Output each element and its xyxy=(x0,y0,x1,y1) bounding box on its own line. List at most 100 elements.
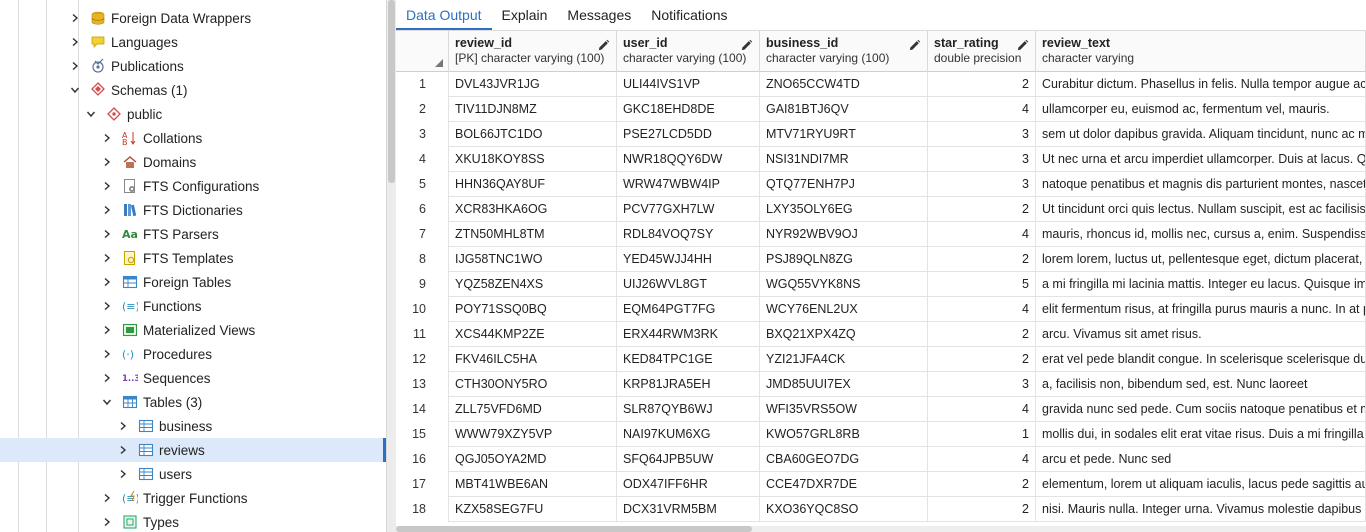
review-text-cell[interactable]: natoque penatibus et magnis dis parturie… xyxy=(1036,172,1366,197)
user-id-cell[interactable]: YED45WJJ4HH xyxy=(617,247,760,272)
review-id-cell[interactable]: DVL43JVR1JG xyxy=(449,72,617,97)
business-id-cell[interactable]: WFI35VRS5OW xyxy=(760,397,928,422)
row-number-cell[interactable]: 15 xyxy=(396,422,449,447)
review-text-cell[interactable]: lorem lorem, luctus ut, pellentesque ege… xyxy=(1036,247,1366,272)
row-number-cell[interactable]: 8 xyxy=(396,247,449,272)
tree-scrollbar-thumb[interactable] xyxy=(388,0,395,183)
star-rating-cell[interactable]: 2 xyxy=(928,472,1036,497)
review-text-cell[interactable]: nisi. Mauris nulla. Integer urna. Vivamu… xyxy=(1036,497,1366,522)
row-number-cell[interactable]: 9 xyxy=(396,272,449,297)
review-id-cell[interactable]: BOL66JTC1DO xyxy=(449,122,617,147)
review-id-cell[interactable]: IJG58TNC1WO xyxy=(449,247,617,272)
edit-pencil-icon[interactable] xyxy=(597,39,610,52)
user-id-cell[interactable]: ERX44RWM3RK xyxy=(617,322,760,347)
edit-pencil-icon[interactable] xyxy=(1016,39,1029,52)
row-number-cell[interactable]: 5 xyxy=(396,172,449,197)
review-id-cell[interactable]: CTH30ONY5RO xyxy=(449,372,617,397)
business-id-cell[interactable]: YZI21JFA4CK xyxy=(760,347,928,372)
tree-item-domains[interactable]: Domains xyxy=(0,150,386,174)
tree-item-languages[interactable]: Languages xyxy=(0,30,386,54)
object-browser-tree[interactable]: Foreign Data Wrappers Languages Publicatio… xyxy=(0,0,386,532)
chevron-right-icon[interactable] xyxy=(101,324,113,336)
star-rating-cell[interactable]: 2 xyxy=(928,72,1036,97)
user-id-cell[interactable]: RDL84VOQ7SY xyxy=(617,222,760,247)
review-id-cell[interactable]: YQZ58ZEN4XS xyxy=(449,272,617,297)
chevron-right-icon[interactable] xyxy=(101,516,113,528)
star-rating-cell[interactable]: 5 xyxy=(928,272,1036,297)
business-id-cell[interactable]: KXO36YQC8SO xyxy=(760,497,928,522)
table-row[interactable]: 15 WWW79XZY5VP NAI97KUM6XG KWO57GRL8RB 1 moll… xyxy=(396,422,1366,447)
user-id-cell[interactable]: EQM64PGT7FG xyxy=(617,297,760,322)
business-id-cell[interactable]: GAI81BTJ6QV xyxy=(760,97,928,122)
chevron-right-icon[interactable] xyxy=(69,60,81,72)
row-number-cell[interactable]: 13 xyxy=(396,372,449,397)
chevron-right-icon[interactable] xyxy=(101,276,113,288)
edit-pencil-icon[interactable] xyxy=(740,39,753,52)
column-header-review-text[interactable]: review_text character varying xyxy=(1036,31,1366,72)
review-text-cell[interactable]: arcu. Vivamus sit amet risus. xyxy=(1036,322,1366,347)
user-id-cell[interactable]: KRP81JRA5EH xyxy=(617,372,760,397)
tab-messages[interactable]: Messages xyxy=(557,0,641,30)
star-rating-cell[interactable]: 4 xyxy=(928,222,1036,247)
review-text-cell[interactable]: a, facilisis non, bibendum sed, est. Nun… xyxy=(1036,372,1366,397)
tree-item-fts-templates[interactable]: FTS Templates xyxy=(0,246,386,270)
chevron-right-icon[interactable] xyxy=(117,468,129,480)
table-row[interactable]: 8 IJG58TNC1WO YED45WJJ4HH PSJ89QLN8ZG 2 lorem… xyxy=(396,247,1366,272)
star-rating-cell[interactable]: 3 xyxy=(928,147,1036,172)
review-text-cell[interactable]: arcu et pede. Nunc sed xyxy=(1036,447,1366,472)
business-id-cell[interactable]: WGQ55VYK8NS xyxy=(760,272,928,297)
tree-vertical-scrollbar[interactable] xyxy=(386,0,396,532)
tree-item-fts-dictionaries[interactable]: FTS Dictionaries xyxy=(0,198,386,222)
review-id-cell[interactable]: POY71SSQ0BQ xyxy=(449,297,617,322)
review-id-cell[interactable]: XKU18KOY8SS xyxy=(449,147,617,172)
tree-item-sequences[interactable]: 1..3 Sequences xyxy=(0,366,386,390)
row-number-cell[interactable]: 10 xyxy=(396,297,449,322)
user-id-cell[interactable]: NAI97KUM6XG xyxy=(617,422,760,447)
star-rating-cell[interactable]: 4 xyxy=(928,297,1036,322)
row-number-cell[interactable]: 2 xyxy=(396,97,449,122)
star-rating-cell[interactable]: 2 xyxy=(928,247,1036,272)
chevron-right-icon[interactable] xyxy=(101,492,113,504)
user-id-cell[interactable]: PSE27LCD5DD xyxy=(617,122,760,147)
column-header-star-rating[interactable]: star_rating double precision xyxy=(928,31,1036,72)
review-id-cell[interactable]: FKV46ILC5HA xyxy=(449,347,617,372)
table-row[interactable]: 14 ZLL75VFD6MD SLR87QYB6WJ WFI35VRS5OW 4 grav… xyxy=(396,397,1366,422)
chevron-right-icon[interactable] xyxy=(101,300,113,312)
review-id-cell[interactable]: ZLL75VFD6MD xyxy=(449,397,617,422)
tree-item-reviews[interactable]: reviews xyxy=(0,438,386,462)
business-id-cell[interactable]: QTQ77ENH7PJ xyxy=(760,172,928,197)
business-id-cell[interactable]: ZNO65CCW4TD xyxy=(760,72,928,97)
user-id-cell[interactable]: SFQ64JPB5UW xyxy=(617,447,760,472)
table-row[interactable]: 7 ZTN50MHL8TM RDL84VOQ7SY NYR92WBV9OJ 4 mauri… xyxy=(396,222,1366,247)
chevron-down-icon[interactable] xyxy=(85,108,97,120)
review-id-cell[interactable]: KZX58SEG7FU xyxy=(449,497,617,522)
chevron-right-icon[interactable] xyxy=(69,36,81,48)
tree-item-fts-configurations[interactable]: FTS Configurations xyxy=(0,174,386,198)
tree-item-functions[interactable]: (≡) Functions xyxy=(0,294,386,318)
table-row[interactable]: 3 BOL66JTC1DO PSE27LCD5DD MTV71RYU9RT 3 sem u… xyxy=(396,122,1366,147)
tree-item-procedures[interactable]: (·) Procedures xyxy=(0,342,386,366)
review-text-cell[interactable]: Ut tincidunt orci quis lectus. Nullam su… xyxy=(1036,197,1366,222)
user-id-cell[interactable]: KED84TPC1GE xyxy=(617,347,760,372)
star-rating-cell[interactable]: 2 xyxy=(928,347,1036,372)
row-number-cell[interactable]: 18 xyxy=(396,497,449,522)
edit-pencil-icon[interactable] xyxy=(908,39,921,52)
table-row[interactable]: 11 XCS44KMP2ZE ERX44RWM3RK BXQ21XPX4ZQ 2 arcu… xyxy=(396,322,1366,347)
user-id-cell[interactable]: PCV77GXH7LW xyxy=(617,197,760,222)
column-header-business-id[interactable]: business_id character varying (100) xyxy=(760,31,928,72)
review-text-cell[interactable]: mauris, rhoncus id, mollis nec, cursus a… xyxy=(1036,222,1366,247)
table-row[interactable]: 13 CTH30ONY5RO KRP81JRA5EH JMD85UUI7EX 3 a, f… xyxy=(396,372,1366,397)
row-number-cell[interactable]: 3 xyxy=(396,122,449,147)
review-id-cell[interactable]: HHN36QAY8UF xyxy=(449,172,617,197)
user-id-cell[interactable]: ULI44IVS1VP xyxy=(617,72,760,97)
tree-item-public[interactable]: public xyxy=(0,102,386,126)
tree-item-types[interactable]: Types xyxy=(0,510,386,532)
table-row[interactable]: 4 XKU18KOY8SS NWR18QQY6DW NSI31NDI7MR 3 Ut ne… xyxy=(396,147,1366,172)
review-text-cell[interactable]: a mi fringilla mi lacinia mattis. Intege… xyxy=(1036,272,1366,297)
user-id-cell[interactable]: UIJ26WVL8GT xyxy=(617,272,760,297)
table-row[interactable]: 10 POY71SSQ0BQ EQM64PGT7FG WCY76ENL2UX 4 elit… xyxy=(396,297,1366,322)
business-id-cell[interactable]: NSI31NDI7MR xyxy=(760,147,928,172)
chevron-right-icon[interactable] xyxy=(101,372,113,384)
review-id-cell[interactable]: XCS44KMP2ZE xyxy=(449,322,617,347)
row-number-cell[interactable]: 17 xyxy=(396,472,449,497)
